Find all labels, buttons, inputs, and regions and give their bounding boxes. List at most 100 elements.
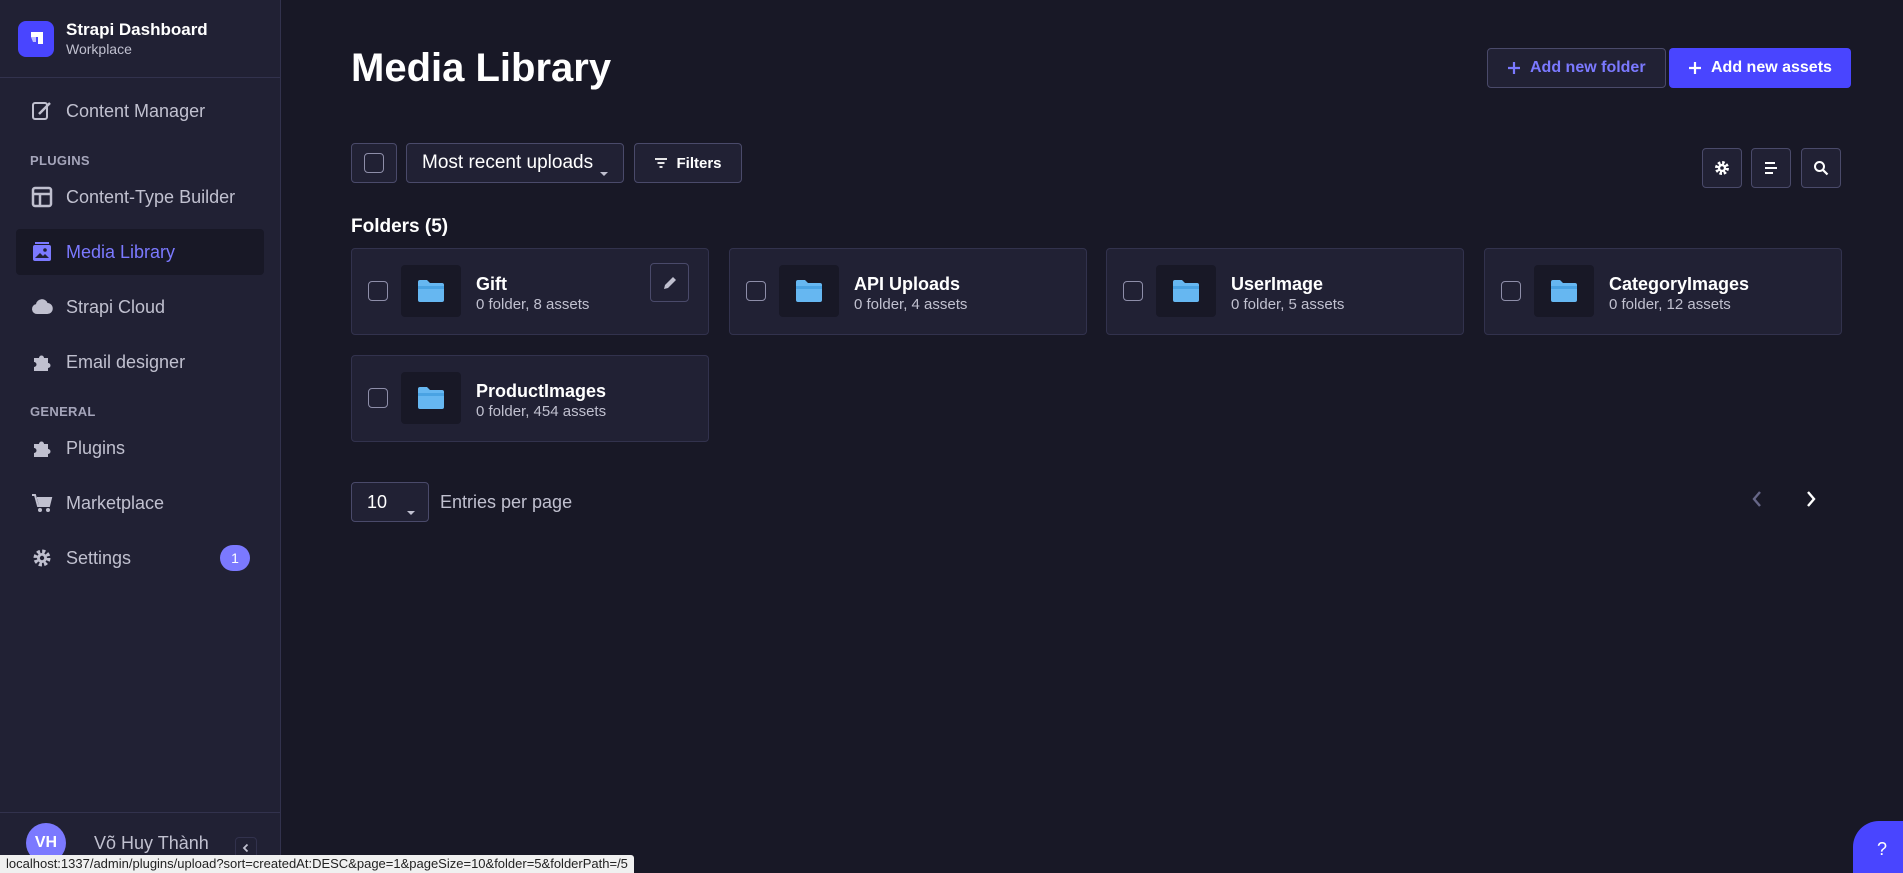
caret-down-icon — [406, 500, 416, 521]
folder-icon — [1551, 280, 1577, 302]
brand-title: Strapi Dashboard — [66, 19, 208, 39]
view-toggle-button[interactable] — [1751, 148, 1791, 188]
plus-icon — [1507, 61, 1521, 75]
sidebar-item-strapi-cloud[interactable]: Strapi Cloud — [16, 284, 264, 330]
folder-icon-box — [779, 265, 839, 317]
sidebar-item-marketplace[interactable]: Marketplace — [16, 480, 264, 526]
sidebar-item-label: Content-Type Builder — [66, 186, 236, 207]
sidebar-item-settings[interactable]: Settings 1 — [16, 535, 264, 581]
sidebar-item-label: Plugins — [66, 437, 126, 458]
folder-icon — [418, 280, 444, 302]
sidebar: Strapi Dashboard Workplace Content Manag… — [0, 0, 281, 873]
gear-icon — [1715, 161, 1729, 175]
folder-name: UserImage — [1231, 274, 1324, 294]
sidebar-section-general: GENERAL — [30, 404, 96, 419]
image-icon — [30, 240, 54, 264]
help-button[interactable]: ? — [1853, 821, 1903, 873]
filter-icon — [654, 157, 668, 169]
sidebar-item-email-designer[interactable]: Email designer — [16, 339, 264, 385]
list-view-icon — [1765, 162, 1777, 174]
folder-card-api-uploads[interactable]: API Uploads 0 folder, 4 assets — [729, 248, 1087, 335]
sidebar-item-media-library[interactable]: Media Library — [16, 229, 264, 275]
folder-card-gift[interactable]: Gift 0 folder, 8 assets — [351, 248, 709, 335]
folder-meta: 0 folder, 454 assets — [476, 403, 607, 420]
cart-icon — [30, 491, 54, 515]
folder-icon-box — [401, 372, 461, 424]
sidebar-section-plugins: PLUGINS — [30, 153, 90, 168]
entries-per-page-label: Entries per page — [440, 492, 573, 512]
sidebar-item-label: Media Library — [66, 241, 176, 262]
chevron-right-icon — [1807, 491, 1816, 507]
main-content: Media Library Add new folder Add new ass… — [282, 0, 1903, 873]
folder-checkbox[interactable] — [1123, 281, 1143, 301]
add-new-assets-label: Add new assets — [1711, 59, 1832, 76]
folder-card-userimage[interactable]: UserImage 0 folder, 5 assets — [1106, 248, 1464, 335]
filters-button[interactable]: Filters — [634, 143, 742, 183]
folder-meta: 0 folder, 12 assets — [1609, 296, 1731, 313]
brand[interactable]: Strapi Dashboard Workplace — [0, 0, 280, 78]
checkbox-box — [364, 153, 384, 173]
app: Strapi Dashboard Workplace Content Manag… — [0, 0, 1903, 873]
user-name: Võ Huy Thành — [94, 832, 209, 853]
folder-icon — [418, 387, 444, 409]
folder-checkbox[interactable] — [1501, 281, 1521, 301]
folder-meta: 0 folder, 5 assets — [1231, 296, 1345, 313]
folder-icon-box — [1534, 265, 1594, 317]
puzzle-icon — [30, 350, 54, 374]
folder-name: CategoryImages — [1609, 274, 1750, 294]
folder-card-categoryimages[interactable]: CategoryImages 0 folder, 12 assets — [1484, 248, 1842, 335]
add-new-folder-label: Add new folder — [1530, 59, 1646, 76]
page-size-value: 10 — [367, 491, 388, 512]
add-new-assets-button[interactable]: Add new assets — [1669, 48, 1851, 88]
search-button[interactable] — [1801, 148, 1841, 188]
sidebar-item-label: Email designer — [66, 351, 186, 372]
sidebar-item-label: Strapi Cloud — [66, 296, 166, 317]
folder-card-productimages[interactable]: ProductImages 0 folder, 454 assets — [351, 355, 709, 442]
sidebar-item-label: Settings — [66, 547, 132, 568]
brand-subtitle: Workplace — [66, 40, 132, 57]
sort-select-value: Most recent uploads — [422, 152, 594, 173]
pencil-icon — [663, 276, 676, 289]
plus-icon — [1688, 61, 1702, 75]
next-page-button[interactable] — [1796, 484, 1826, 514]
folder-checkbox[interactable] — [368, 388, 388, 408]
feather-icon — [30, 99, 54, 123]
chevron-left-icon — [1752, 491, 1761, 507]
settings-button[interactable] — [1702, 148, 1742, 188]
previous-page-button[interactable] — [1742, 484, 1772, 514]
sidebar-nav: Content Manager PLUGINS Content-Type Bui… — [0, 78, 280, 581]
folder-checkbox[interactable] — [746, 281, 766, 301]
edit-folder-button[interactable] — [650, 263, 689, 302]
puzzle-icon — [30, 436, 54, 460]
folder-checkbox[interactable] — [368, 281, 388, 301]
folder-meta: 0 folder, 8 assets — [476, 296, 590, 313]
folder-icon-box — [401, 265, 461, 317]
cloud-icon — [30, 295, 54, 319]
folder-name: ProductImages — [476, 381, 607, 401]
search-icon — [1814, 161, 1829, 176]
sort-select[interactable]: Most recent uploads — [406, 143, 624, 183]
folders-heading: Folders (5) — [351, 216, 449, 237]
notification-badge: 1 — [220, 545, 250, 571]
strapi-logo-icon — [18, 20, 54, 57]
folder-name: Gift — [476, 274, 507, 294]
layout-icon — [30, 185, 54, 209]
gear-icon — [30, 546, 54, 570]
page-size-select[interactable]: 10 — [351, 482, 429, 522]
page-title: Media Library — [351, 46, 612, 90]
sidebar-item-content-manager[interactable]: Content Manager — [16, 88, 264, 134]
folder-name: API Uploads — [854, 274, 961, 294]
folder-meta: 0 folder, 4 assets — [854, 296, 968, 313]
chevron-left-icon — [242, 843, 249, 853]
sidebar-item-plugins[interactable]: Plugins — [16, 425, 264, 471]
select-all-checkbox[interactable] — [351, 143, 397, 183]
sidebar-item-content-type-builder[interactable]: Content-Type Builder — [16, 174, 264, 220]
folder-icon — [1173, 280, 1199, 302]
folder-icon — [796, 280, 822, 302]
sidebar-item-label: Marketplace — [66, 492, 165, 513]
folder-icon-box — [1156, 265, 1216, 317]
filters-label: Filters — [676, 154, 722, 172]
add-new-folder-button[interactable]: Add new folder — [1487, 48, 1666, 88]
sidebar-item-label: Content Manager — [66, 100, 206, 121]
caret-down-icon — [599, 161, 609, 183]
